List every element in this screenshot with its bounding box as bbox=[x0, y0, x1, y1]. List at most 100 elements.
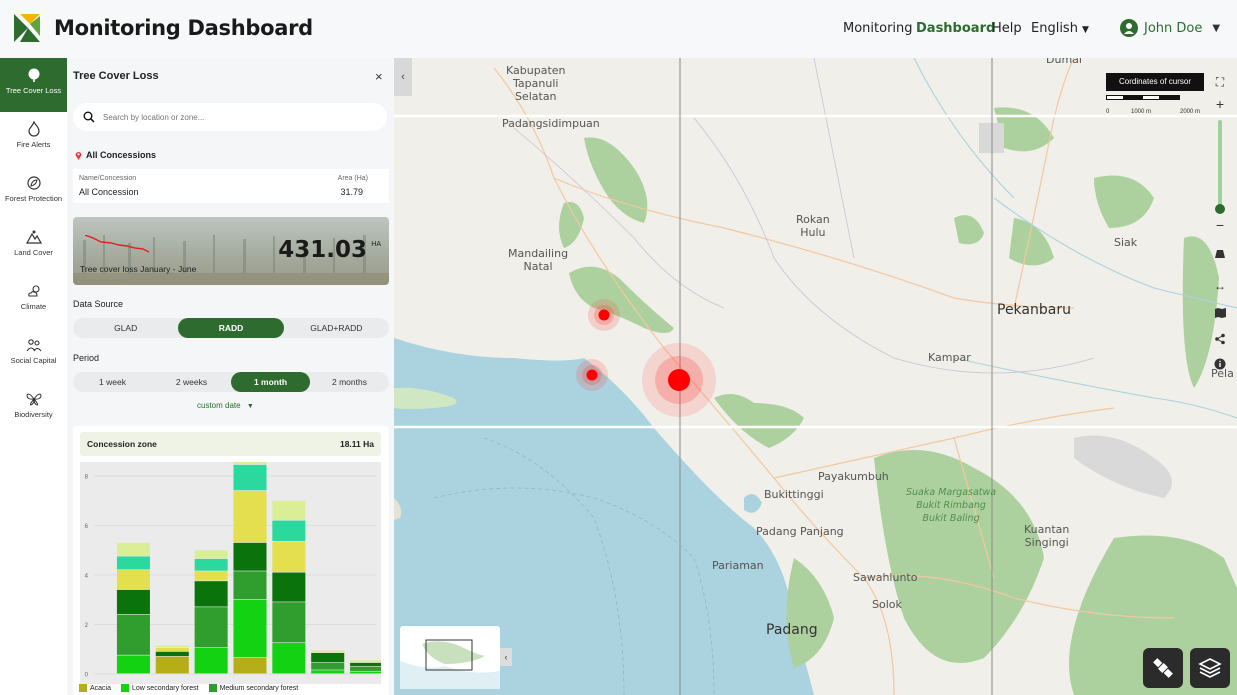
bar-segment[interactable] bbox=[233, 490, 267, 543]
bar-segment[interactable] bbox=[272, 572, 306, 602]
zoom-slider-handle[interactable] bbox=[1215, 204, 1225, 214]
satellite-view-button[interactable] bbox=[1143, 648, 1183, 688]
bar-segment[interactable] bbox=[155, 648, 189, 652]
leaf-shield-icon bbox=[26, 176, 41, 190]
rail-item-climate[interactable]: Climate bbox=[0, 274, 67, 328]
user-name: John Doe bbox=[1144, 20, 1203, 36]
map-view[interactable]: Kabupaten Tapanuli Selatan Padangsidimpuan… bbox=[394, 58, 1237, 695]
period-2-months[interactable]: 2 months bbox=[310, 372, 389, 392]
bar-segment[interactable] bbox=[350, 660, 384, 663]
overview-minimap[interactable] bbox=[400, 626, 500, 689]
bar-segment[interactable] bbox=[350, 662, 384, 666]
language-label: English bbox=[1031, 21, 1078, 36]
nav-help[interactable]: Help bbox=[992, 21, 1022, 36]
share-icon[interactable] bbox=[1210, 331, 1230, 351]
legend-label: Acacia bbox=[90, 684, 112, 692]
search-icon bbox=[83, 111, 95, 123]
nav-dashboard[interactable]: Dashboard bbox=[916, 21, 995, 36]
mountain-icon bbox=[25, 230, 42, 244]
data-source-radd[interactable]: RADD bbox=[178, 318, 284, 338]
bar-segment[interactable] bbox=[155, 656, 189, 674]
bar-segment[interactable] bbox=[194, 607, 228, 648]
bar-segment[interactable] bbox=[116, 542, 150, 556]
concession-zone-header[interactable]: Concession zone 18.11 Ha bbox=[80, 432, 381, 456]
user-menu[interactable]: John Doe ▼ bbox=[1120, 19, 1220, 37]
fullscreen-icon[interactable]: ⛶ bbox=[1210, 72, 1230, 92]
cursor-coordinates-tooltip: Cordinates of cursor bbox=[1106, 73, 1204, 91]
rail-item-forest-protection[interactable]: Forest Protection bbox=[0, 166, 67, 220]
bar-segment[interactable] bbox=[311, 652, 345, 663]
bar-segment[interactable] bbox=[311, 662, 345, 670]
layers-button[interactable] bbox=[1190, 648, 1230, 688]
bar-segment[interactable] bbox=[116, 614, 150, 655]
rail-label: Forest Protection bbox=[4, 194, 63, 203]
map-label: Padang bbox=[766, 622, 818, 638]
legend-item: Low secondary forest bbox=[121, 684, 199, 692]
zoom-slider-track[interactable] bbox=[1218, 120, 1222, 208]
period-1-month[interactable]: 1 month bbox=[231, 372, 310, 392]
bar-segment[interactable] bbox=[194, 558, 228, 571]
bar-segment[interactable] bbox=[272, 643, 306, 674]
tree-icon bbox=[28, 68, 39, 82]
minimap-toggle[interactable]: ‹ bbox=[500, 648, 512, 666]
rail-item-fire-alerts[interactable]: Fire Alerts bbox=[0, 112, 67, 166]
bar-segment[interactable] bbox=[233, 464, 267, 491]
measure-distance-icon[interactable]: ↔ bbox=[1210, 276, 1230, 296]
data-source-glad-radd[interactable]: GLAD+RADD bbox=[284, 318, 389, 338]
data-source-selector: GLAD RADD GLAD+RADD bbox=[73, 318, 389, 338]
bar-segment[interactable] bbox=[233, 657, 267, 674]
rail-item-tree-cover-loss[interactable]: Tree Cover Loss bbox=[0, 58, 67, 112]
chevron-down-icon: ▼ bbox=[1212, 22, 1221, 34]
period-1-week[interactable]: 1 week bbox=[73, 372, 152, 392]
zone-name: Concession zone bbox=[87, 439, 157, 449]
bar-segment[interactable] bbox=[233, 456, 267, 465]
bar-segment[interactable] bbox=[194, 648, 228, 674]
period-2-weeks[interactable]: 2 weeks bbox=[152, 372, 231, 392]
rail-item-biodiversity[interactable]: Biodiversity bbox=[0, 382, 67, 436]
bar-segment[interactable] bbox=[116, 589, 150, 614]
map-label: Sawahlunto bbox=[853, 571, 918, 584]
rail-item-land-cover[interactable]: Land Cover bbox=[0, 220, 67, 274]
map-label: Mandailing Natal bbox=[508, 247, 569, 273]
bar-segment[interactable] bbox=[116, 556, 150, 570]
close-icon[interactable]: × bbox=[375, 69, 383, 84]
bar-segment[interactable] bbox=[311, 650, 345, 653]
scale-segment bbox=[1106, 95, 1124, 100]
bar-segment[interactable] bbox=[272, 602, 306, 643]
zoom-out-button[interactable]: − bbox=[1210, 215, 1230, 235]
bar-segment[interactable] bbox=[272, 500, 306, 520]
tree-cover-loss-caption: Tree cover loss January - June bbox=[80, 264, 197, 274]
bar-segment[interactable] bbox=[116, 570, 150, 590]
info-icon[interactable] bbox=[1210, 356, 1230, 376]
scale-segment bbox=[1124, 95, 1142, 100]
bar-segment[interactable] bbox=[272, 541, 306, 572]
collapse-panel-button[interactable]: ‹ bbox=[394, 58, 412, 96]
bar-segment[interactable] bbox=[350, 671, 384, 674]
bar-segment[interactable] bbox=[116, 655, 150, 674]
bar-segment[interactable] bbox=[155, 645, 189, 648]
people-icon bbox=[26, 339, 41, 352]
bar-segment[interactable] bbox=[272, 520, 306, 541]
bar-segment[interactable] bbox=[155, 651, 189, 657]
bar-segment[interactable] bbox=[350, 666, 384, 671]
map-layers-icon[interactable] bbox=[1210, 305, 1230, 325]
language-select[interactable]: English ▼ bbox=[1031, 21, 1089, 36]
rail-item-social-capital[interactable]: Social Capital bbox=[0, 328, 67, 382]
bar-segment[interactable] bbox=[233, 542, 267, 571]
bar-segment[interactable] bbox=[233, 571, 267, 600]
map-label: Dumai bbox=[1046, 58, 1082, 66]
bar-segment[interactable] bbox=[311, 670, 345, 674]
bar-segment[interactable] bbox=[233, 599, 267, 658]
custom-date-toggle[interactable]: custom date ▼ bbox=[197, 401, 254, 410]
y-tick-label: 4 bbox=[85, 574, 89, 580]
bar-segment[interactable] bbox=[194, 581, 228, 607]
tilt-icon[interactable] bbox=[1210, 246, 1230, 266]
all-concessions-header[interactable]: All Concessions bbox=[75, 150, 156, 160]
bar-segment[interactable] bbox=[194, 571, 228, 581]
search-input[interactable] bbox=[103, 112, 363, 122]
zoom-in-button[interactable]: + bbox=[1210, 94, 1230, 114]
data-source-glad[interactable]: GLAD bbox=[73, 318, 178, 338]
map-label: Siak bbox=[1114, 236, 1138, 249]
nav-monitoring[interactable]: Monitoring bbox=[843, 21, 913, 36]
bar-segment[interactable] bbox=[194, 550, 228, 559]
